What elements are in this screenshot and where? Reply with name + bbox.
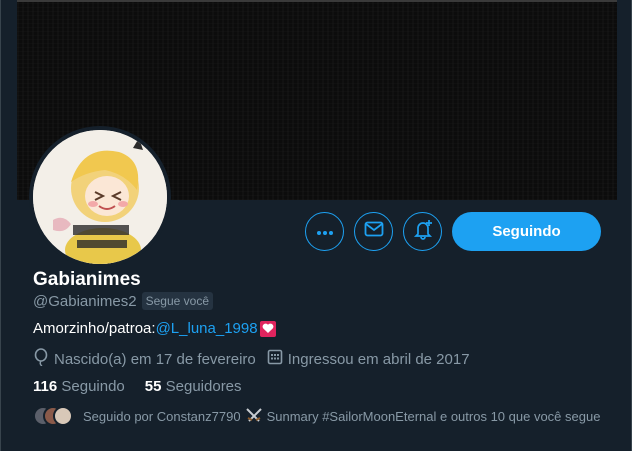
profile-bio: Amorzinho/patroa: @L_luna_1998 (33, 320, 276, 337)
following-label: Seguindo (61, 378, 125, 395)
bio-mention-link[interactable]: @L_luna_1998 (156, 320, 258, 337)
more-icon (316, 223, 334, 241)
profile-avatar[interactable] (29, 126, 171, 268)
follow-stats: 116 Seguindo 55 Seguidores (33, 378, 262, 395)
heart-icon (259, 320, 276, 337)
profile-meta: Nascido(a) em 17 de fevereiro Ingressou … (33, 348, 481, 370)
birthday-text: Nascido(a) em 17 de fevereiro (54, 350, 256, 368)
joined-item: Ingressou em abril de 2017 (267, 349, 470, 369)
followed-by-prefix: Seguido por Constanz7790 (83, 408, 241, 424)
following-stat[interactable]: 116 Seguindo (33, 378, 125, 395)
banner-top-edge (17, 0, 617, 2)
followers-label: Seguidores (165, 378, 242, 395)
message-button[interactable] (354, 212, 393, 251)
more-options-button[interactable] (305, 212, 344, 251)
balloon-icon (33, 348, 49, 370)
envelope-icon (364, 221, 384, 242)
avatar-image (33, 130, 167, 264)
handle-row: @Gabianimes2 Segue você (33, 292, 213, 310)
notifications-button[interactable] (403, 212, 442, 251)
following-button[interactable]: Seguindo (452, 212, 601, 251)
followers-you-know-avatars (33, 406, 77, 426)
calendar-icon (267, 349, 283, 369)
followed-by-suffix: Sunmary #SailorMoonEternal e outros 10 q… (266, 408, 601, 424)
following-count: 116 (33, 378, 58, 395)
follows-you-badge: Segue você (141, 292, 213, 310)
profile-page: Seguindo Gabianimes @Gabianimes2 Segue v… (0, 0, 632, 451)
crossed-swords-icon (245, 407, 263, 426)
followers-count: 55 (144, 378, 162, 395)
user-handle: @Gabianimes2 (33, 292, 137, 310)
followed-by-text: Seguido por Constanz7790 Sunmary #Sailor… (83, 407, 600, 426)
bell-plus-icon (412, 218, 434, 245)
mini-avatar (53, 406, 73, 426)
followed-by-row[interactable]: Seguido por Constanz7790 Sunmary #Sailor… (33, 406, 600, 426)
followers-stat[interactable]: 55 Seguidores (145, 378, 242, 395)
joined-text: Ingressou em abril de 2017 (287, 350, 470, 368)
display-name: Gabianimes (33, 269, 141, 290)
bio-text: Amorzinho/patroa: (33, 320, 156, 337)
birthday-item: Nascido(a) em 17 de fevereiro (33, 348, 256, 370)
